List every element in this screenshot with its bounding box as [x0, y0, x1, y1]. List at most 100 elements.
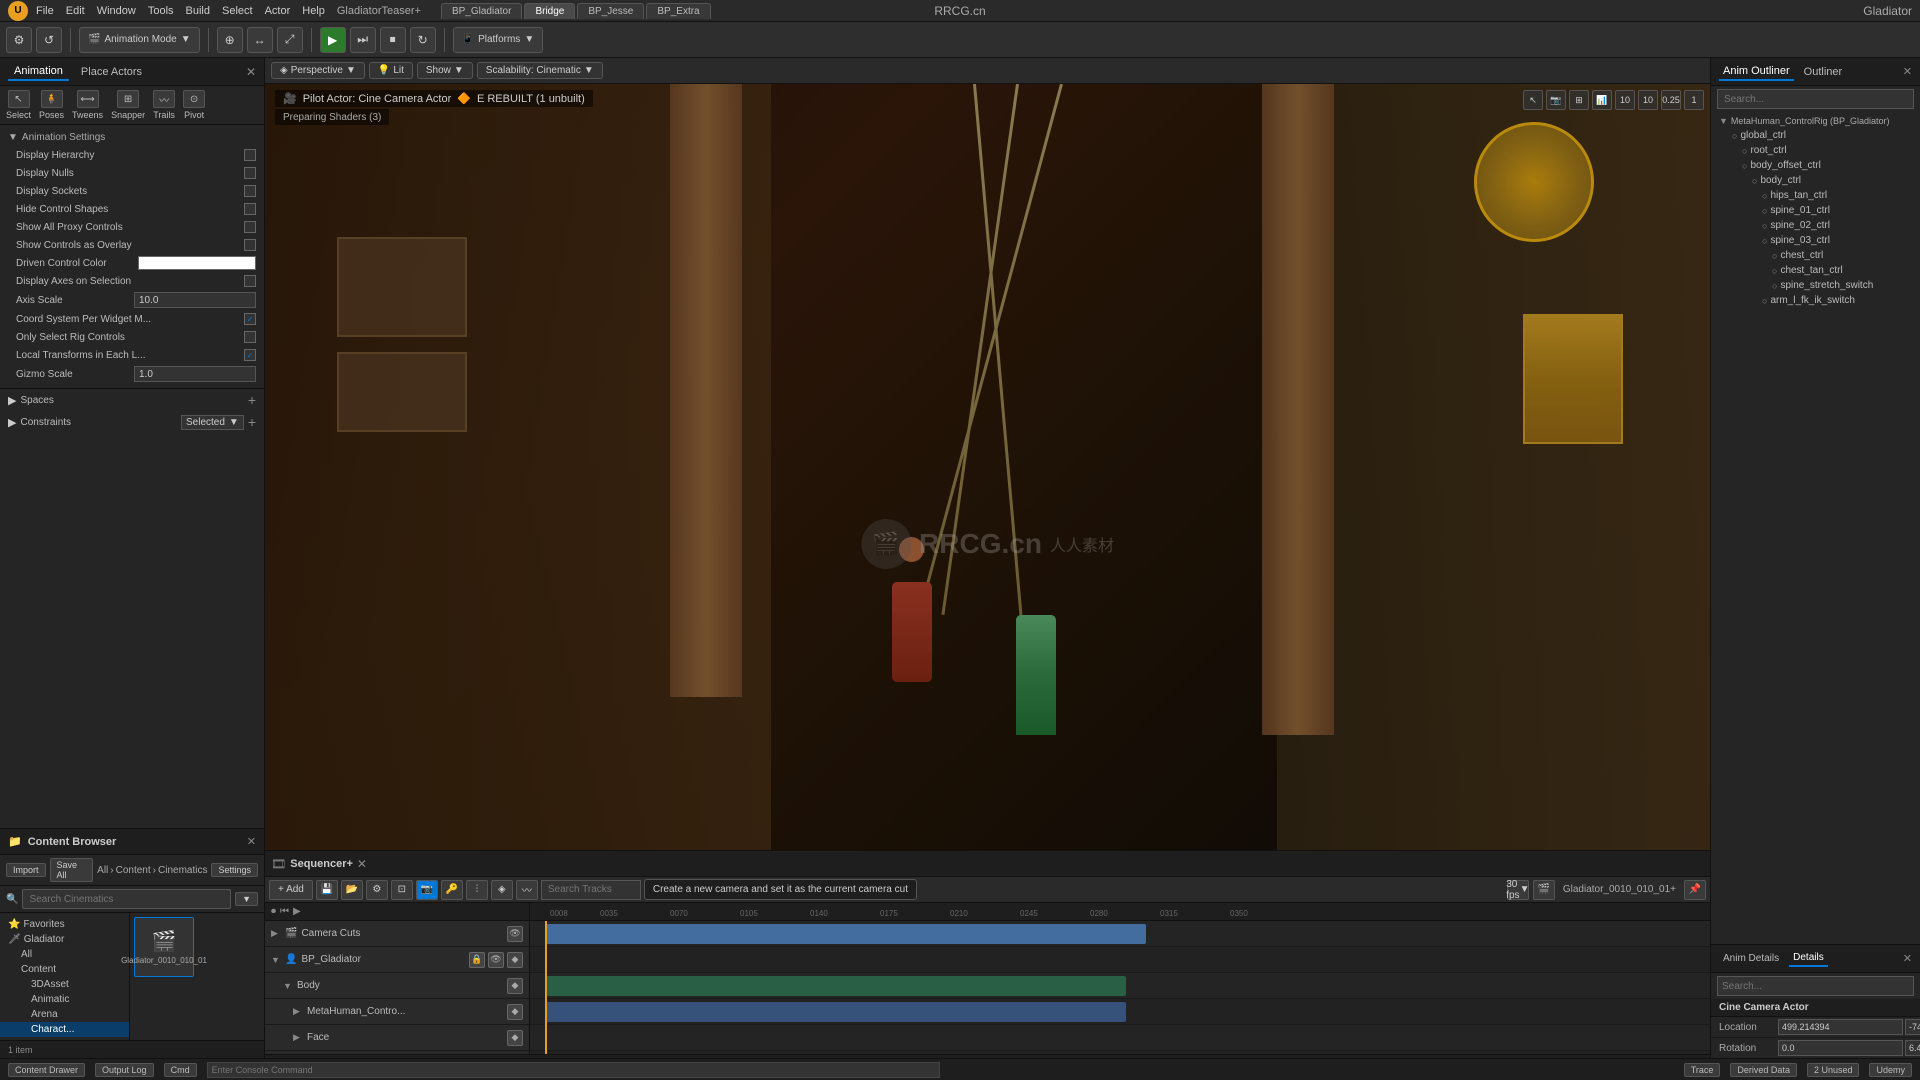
- anim-settings-title[interactable]: ▼ Animation Settings: [0, 129, 264, 146]
- tab-bp-gladiator[interactable]: BP_Gladiator: [441, 3, 522, 19]
- tree-favorites[interactable]: ⭐ Favorites: [0, 917, 129, 932]
- step-forward-btn[interactable]: ⏭: [350, 27, 376, 53]
- tool-pivot[interactable]: ⊙ Pivot: [183, 90, 205, 120]
- seq-curve-btn[interactable]: 〰: [516, 880, 538, 900]
- vp-icon-cursor[interactable]: ↖: [1523, 90, 1543, 110]
- tab-animation[interactable]: Animation: [8, 63, 69, 81]
- seq-open-btn[interactable]: 📂: [341, 880, 363, 900]
- play-button[interactable]: ▶: [320, 27, 346, 53]
- ot-spine-01[interactable]: ○ spine_01_ctrl: [1711, 203, 1920, 218]
- track-3-key[interactable]: ◆: [507, 978, 523, 994]
- stop-button[interactable]: ⏹: [380, 27, 406, 53]
- unused-btn[interactable]: 2 Unused: [1807, 1063, 1860, 1077]
- tree-animatic[interactable]: Animatic: [0, 992, 129, 1007]
- track-metahuman-ctrl[interactable]: ▶ MetaHuman_Contro... ◆: [265, 999, 529, 1025]
- seq-save-btn[interactable]: 💾: [316, 880, 338, 900]
- seq-key-btn[interactable]: 🔑: [441, 880, 463, 900]
- ot-metahuman-rig[interactable]: ▼ MetaHuman_ControlRig (BP_Gladiator): [1711, 114, 1920, 128]
- details-search[interactable]: [1717, 976, 1914, 996]
- animation-mode-btn[interactable]: 🎬 Animation Mode ▼: [79, 27, 200, 53]
- ot-body-ctrl[interactable]: ○ body_ctrl: [1711, 173, 1920, 188]
- left-panel-close[interactable]: ✕: [246, 65, 256, 79]
- main-viewport[interactable]: 🎬 RRCG.cn 人人素材 🎥 Pilot Actor: Cine Camer…: [265, 84, 1710, 850]
- location-y-input[interactable]: [1905, 1019, 1920, 1035]
- constraints-add-btn[interactable]: +: [248, 414, 256, 430]
- vp-scalability-btn[interactable]: Scalability: Cinematic ▼: [477, 62, 603, 79]
- seq-snap-btn[interactable]: ⊡: [391, 880, 413, 900]
- checkbox-display-axes[interactable]: [244, 275, 256, 287]
- vp-lit-btn[interactable]: 💡 Lit: [369, 62, 413, 79]
- spaces-row[interactable]: ▶ Spaces +: [0, 389, 264, 411]
- right-panel-close[interactable]: ✕: [1903, 65, 1912, 78]
- ot-global-ctrl[interactable]: ○ global_ctrl: [1711, 128, 1920, 143]
- seq-fps-dropdown[interactable]: 30 fps ▼: [1507, 880, 1529, 900]
- track-5-key[interactable]: ◆: [507, 1030, 523, 1046]
- menu-actor[interactable]: Actor: [265, 5, 291, 17]
- snap-icon[interactable]: ⊕: [217, 27, 243, 53]
- ot-chest-tan[interactable]: ○ chest_tan_ctrl: [1711, 263, 1920, 278]
- input-gizmo-scale[interactable]: [134, 366, 256, 382]
- tab-place-actors[interactable]: Place Actors: [75, 64, 148, 80]
- tab-bridge[interactable]: Bridge: [524, 3, 575, 19]
- seq-record-btn[interactable]: ⚙: [366, 880, 388, 900]
- checkbox-display-hierarchy[interactable]: [244, 149, 256, 161]
- menu-build[interactable]: Build: [186, 5, 210, 17]
- tool-select[interactable]: ↖ Select: [6, 90, 31, 120]
- input-axis-scale[interactable]: [134, 292, 256, 308]
- details-close-btn[interactable]: ✕: [1903, 952, 1912, 965]
- color-swatch-driven[interactable]: [138, 256, 256, 270]
- checkbox-local-transforms[interactable]: [244, 349, 256, 361]
- tree-arena[interactable]: Arena: [0, 1007, 129, 1022]
- cb-settings-btn[interactable]: Settings: [211, 863, 258, 877]
- breadcrumb-cinematics[interactable]: Cinematics: [158, 865, 207, 876]
- constraints-dropdown[interactable]: Selected ▼: [181, 415, 244, 430]
- content-drawer-btn[interactable]: Content Drawer: [8, 1063, 85, 1077]
- seq-mark-btn[interactable]: ◈: [491, 880, 513, 900]
- loop-btn[interactable]: ↻: [410, 27, 436, 53]
- cmd-btn[interactable]: Cmd: [164, 1063, 197, 1077]
- track-camera-cuts[interactable]: ▶ 🎬 Camera Cuts 👁: [265, 921, 529, 947]
- track-4-key[interactable]: ◆: [507, 1004, 523, 1020]
- track-2-lock[interactable]: 🔒: [469, 952, 485, 968]
- spaces-add-btn[interactable]: +: [248, 392, 256, 408]
- track-body[interactable]: ▼ Body ◆: [265, 973, 529, 999]
- tab-bp-jesse[interactable]: BP_Jesse: [577, 3, 644, 19]
- tool-trails[interactable]: 〰 Trails: [153, 90, 175, 120]
- tool-poses[interactable]: 🧍 Poses: [39, 90, 64, 120]
- output-log-btn[interactable]: Output Log: [95, 1063, 154, 1077]
- track-2-vis[interactable]: 👁: [488, 952, 504, 968]
- menu-file[interactable]: File: [36, 5, 54, 17]
- checkbox-display-sockets[interactable]: [244, 185, 256, 197]
- asset-gladiator-010[interactable]: 🎬 Gladiator_0010_010_01: [134, 917, 194, 977]
- outliner-search[interactable]: [1717, 89, 1914, 109]
- ot-spine-02[interactable]: ○ spine_02_ctrl: [1711, 218, 1920, 233]
- seq-render-btn[interactable]: 🎬: [1533, 880, 1555, 900]
- seq-pin-btn[interactable]: 📌: [1684, 880, 1706, 900]
- checkbox-only-rig[interactable]: [244, 331, 256, 343]
- tab-bp-extra[interactable]: BP_Extra: [646, 3, 710, 19]
- tree-all[interactable]: All: [0, 947, 129, 962]
- tree-3dasset[interactable]: 3DAsset: [0, 977, 129, 992]
- checkbox-display-nulls[interactable]: [244, 167, 256, 179]
- udemy-btn[interactable]: Udemy: [1869, 1063, 1912, 1077]
- tab-anim-outliner[interactable]: Anim Outliner: [1719, 63, 1794, 81]
- checkbox-hide-shapes[interactable]: [244, 203, 256, 215]
- menu-tools[interactable]: Tools: [148, 5, 174, 17]
- tree-content[interactable]: Content: [0, 962, 129, 977]
- cb-filter-btn[interactable]: ▼: [235, 892, 258, 906]
- seq-filter-btn[interactable]: ⫶: [466, 880, 488, 900]
- ot-root-ctrl[interactable]: ○ root_ctrl: [1711, 143, 1920, 158]
- tab-anim-details[interactable]: Anim Details: [1719, 951, 1783, 966]
- rotation-x-input[interactable]: [1778, 1040, 1903, 1056]
- track-bp-gladiator[interactable]: ▼ 👤 BP_Gladiator 🔒 👁 ◆: [265, 947, 529, 973]
- toolbar-icon-2[interactable]: ↺: [36, 27, 62, 53]
- toolbar-icon-1[interactable]: ⚙: [6, 27, 32, 53]
- menu-select[interactable]: Select: [222, 5, 253, 17]
- platforms-btn[interactable]: 📱 Platforms ▼: [453, 27, 544, 53]
- seq-camera-btn[interactable]: 📷: [416, 880, 438, 900]
- trace-btn[interactable]: Trace: [1684, 1063, 1721, 1077]
- checkbox-coord-system[interactable]: [244, 313, 256, 325]
- menu-edit[interactable]: Edit: [66, 5, 85, 17]
- sequencer-close-btn[interactable]: ✕: [357, 857, 367, 871]
- vp-icon-grid[interactable]: ⊞: [1569, 90, 1589, 110]
